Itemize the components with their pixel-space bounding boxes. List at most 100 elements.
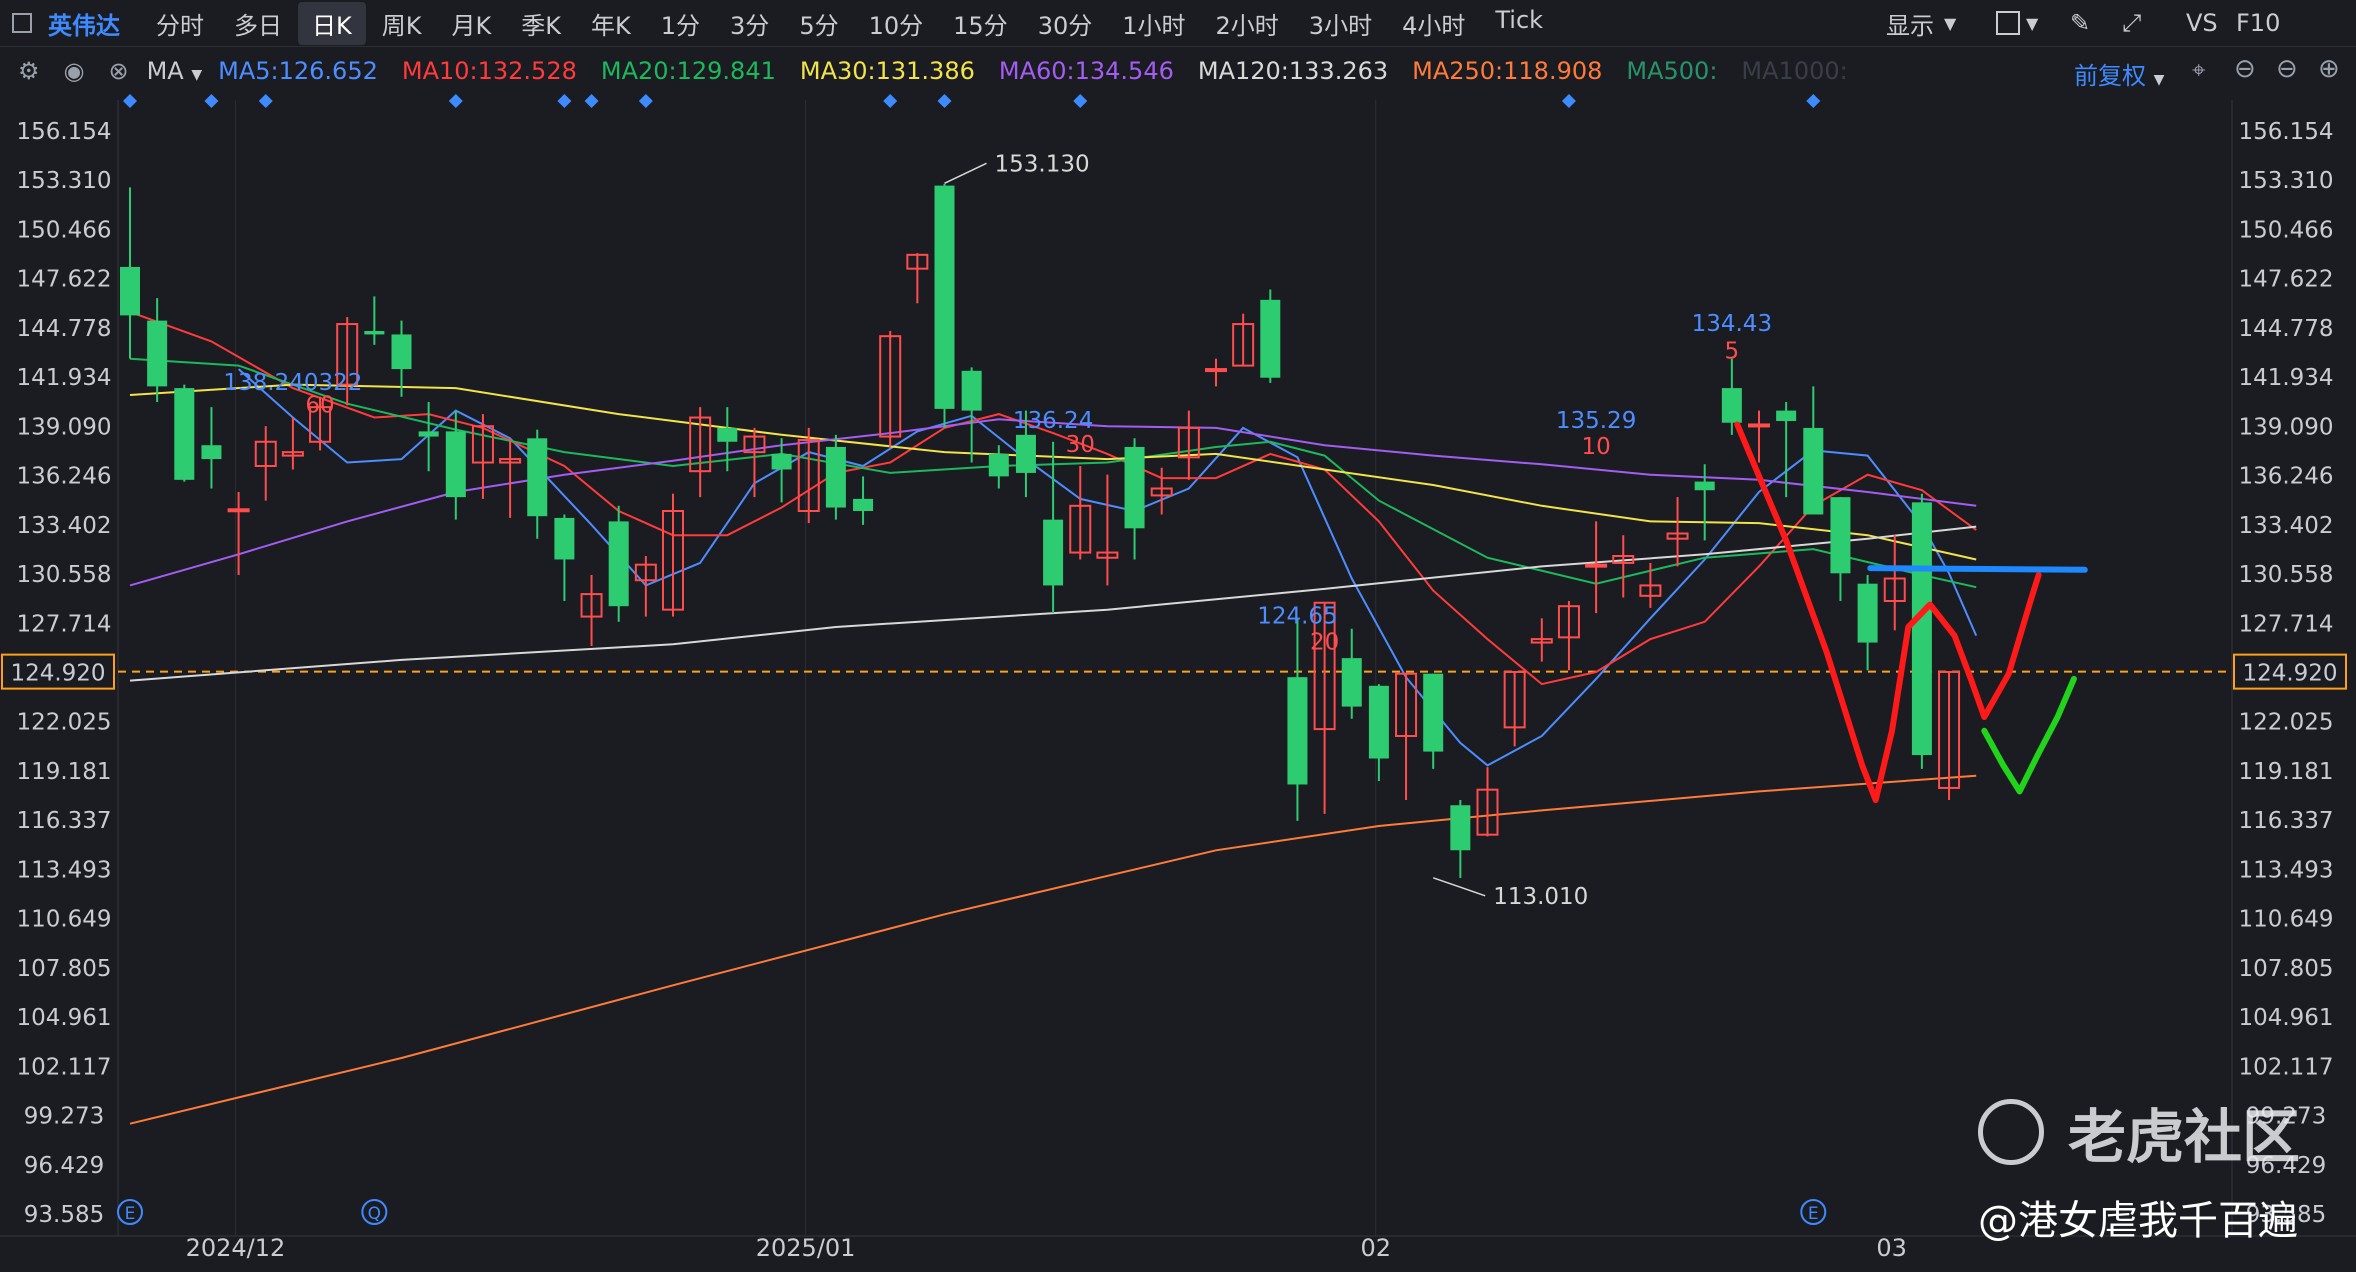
candle: [1232, 313, 1255, 367]
candle-body: [1124, 446, 1145, 529]
y-tick-left: 102.117: [16, 1054, 111, 1080]
annotation-label: 134.43: [1692, 311, 1772, 337]
y-tick-right: 119.181: [2238, 759, 2333, 785]
candle-body: [1205, 368, 1227, 373]
y-tick-right: 110.649: [2238, 907, 2333, 933]
candle-body: [1015, 434, 1036, 473]
candle: [527, 429, 548, 539]
candle: [1450, 800, 1471, 878]
candle-body: [1721, 388, 1742, 423]
candle: [499, 438, 522, 518]
y-tick-left: 99.273: [24, 1104, 104, 1130]
candle: [1423, 673, 1444, 769]
candle: [1503, 670, 1526, 747]
candle: [554, 514, 575, 602]
y-tick-right: 107.805: [2238, 956, 2333, 982]
y-tick-left: 96.429: [24, 1153, 104, 1179]
candle-body: [608, 521, 629, 607]
annotation-label: 138.240322: [223, 370, 362, 396]
candle: [988, 445, 1009, 489]
watermark-brand: 老虎社区: [2068, 1103, 2301, 1171]
annotation-leader: [944, 162, 987, 185]
candle-body: [445, 431, 466, 498]
candle: [1177, 410, 1200, 480]
y-tick-left: 150.466: [16, 217, 111, 243]
candle-body: [1043, 519, 1064, 586]
tiger-logo-icon: [1978, 1099, 2044, 1165]
candle-body: [1776, 410, 1797, 421]
candle-body: [853, 498, 874, 511]
annotation-label: 153.130: [995, 151, 1090, 177]
y-tick-right: 113.493: [2238, 857, 2333, 883]
annotation-label: 30: [1066, 432, 1095, 458]
candle: [1043, 441, 1064, 614]
candle-body: [771, 453, 792, 470]
candle: [147, 298, 168, 402]
annotation-label: 135.29: [1556, 408, 1636, 434]
candle-body: [1803, 427, 1824, 515]
event-icon-label: Q: [368, 1204, 381, 1224]
y-tick-left: 116.337: [16, 808, 111, 834]
candle-body: [1694, 481, 1715, 491]
drawn-blue-line: [1867, 565, 2088, 573]
annotation-label: 20: [1310, 629, 1339, 655]
candle: [689, 407, 712, 498]
candle: [1287, 618, 1308, 821]
candle-body: [825, 446, 846, 508]
event-marker: [883, 94, 898, 108]
y-tick-right: 130.558: [2238, 562, 2333, 588]
annotation-label: 60: [305, 392, 334, 418]
candle: [879, 330, 902, 447]
y-tick-right: 153.310: [2238, 168, 2333, 194]
y-tick-left: 130.558: [16, 562, 111, 588]
candle: [1069, 465, 1092, 560]
candle: [1938, 670, 1961, 801]
y-tick-right: 139.090: [2238, 414, 2333, 440]
y-tick-left: 104.961: [16, 1005, 111, 1031]
candle: [906, 253, 929, 304]
candle-body: [1911, 502, 1932, 756]
y-tick-left: 113.493: [16, 857, 111, 883]
candle: [934, 183, 955, 428]
y-tick-left: 144.778: [16, 316, 111, 342]
y-tick-left: 147.622: [16, 267, 111, 293]
candle-body: [1450, 805, 1471, 851]
candle: [1096, 474, 1119, 586]
y-tick-right: 147.622: [2238, 267, 2333, 293]
candle: [662, 493, 684, 617]
candle-body: [527, 438, 548, 517]
candle: [1124, 438, 1145, 560]
candle: [743, 427, 766, 498]
candle: [825, 434, 846, 520]
event-marker: [584, 94, 599, 108]
event-marker: [204, 94, 219, 108]
annotation-leader: [1432, 877, 1486, 897]
candle: [1395, 672, 1418, 801]
candle: [1585, 521, 1608, 614]
candle-body: [391, 334, 412, 370]
candle-body: [1341, 658, 1362, 707]
event-marker: [937, 94, 952, 108]
y-tick-right: 122.025: [2238, 710, 2333, 736]
candle-body: [1368, 685, 1389, 759]
candlestick-chart[interactable]: 156.154 156.154 153.310 153.310 150.466 150.4…: [0, 0, 2356, 1272]
y-tick-right: 156.154: [2238, 119, 2333, 145]
candle: [1557, 601, 1580, 671]
y-tick-left: 153.310: [16, 168, 111, 194]
event-marker: [1073, 94, 1088, 108]
candle: [1883, 535, 1906, 631]
candle: [418, 401, 439, 472]
y-tick-left: 141.934: [16, 365, 111, 391]
candle-body: [227, 508, 250, 513]
y-tick-left: 133.402: [16, 513, 111, 539]
candle-body: [174, 388, 195, 480]
y-tick-right: 141.934: [2238, 365, 2333, 391]
candle-body: [1748, 423, 1770, 428]
candle: [1803, 386, 1824, 515]
y-tick-right: 102.117: [2238, 1054, 2333, 1080]
x-tick-label: 2024/12: [186, 1234, 286, 1262]
event-marker: [1561, 94, 1576, 108]
candle: [1911, 493, 1932, 769]
event-marker: [638, 94, 653, 108]
candle: [1830, 497, 1851, 602]
